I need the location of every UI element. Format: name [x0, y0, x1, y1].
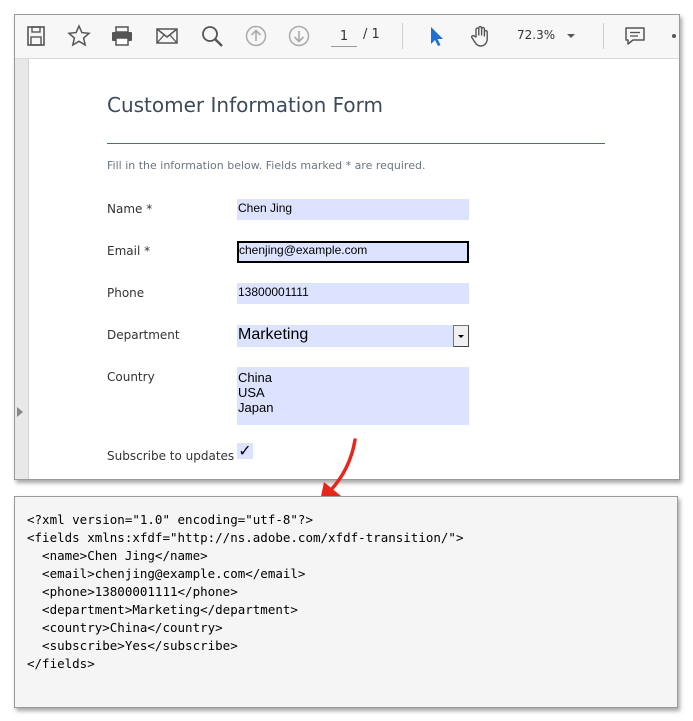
- department-dropdown-button[interactable]: [453, 325, 469, 347]
- xml-line: <phone>13800001111</phone>: [27, 584, 238, 599]
- email-label: Email *: [107, 244, 151, 258]
- star-icon[interactable]: [66, 23, 92, 49]
- select-cursor-icon[interactable]: [423, 23, 449, 49]
- search-icon[interactable]: [199, 23, 225, 49]
- phone-label: Phone: [107, 286, 145, 300]
- department-label: Department: [107, 328, 180, 342]
- chevron-down-icon: [567, 34, 575, 38]
- comment-icon[interactable]: [622, 23, 648, 49]
- phone-field[interactable]: 13800001111: [237, 283, 469, 304]
- xml-line: <email>chenjing@example.com</email>: [27, 566, 306, 581]
- toolbar-separator: [603, 23, 604, 49]
- country-option[interactable]: Japan: [238, 400, 469, 415]
- toolbar: / 1 72.3%: [15, 15, 679, 59]
- title-divider: [107, 143, 605, 144]
- xml-line: <subscribe>Yes</subscribe>: [27, 638, 238, 653]
- print-icon[interactable]: [109, 23, 135, 49]
- hand-tool-icon[interactable]: [467, 23, 493, 49]
- department-select[interactable]: Marketing: [237, 325, 453, 347]
- email-field[interactable]: chenjing@example.com: [237, 241, 469, 263]
- country-option[interactable]: USA: [238, 385, 469, 400]
- country-option[interactable]: China: [238, 370, 469, 385]
- page-total: / 1: [363, 27, 380, 42]
- page-up-icon[interactable]: [243, 23, 269, 49]
- name-field[interactable]: Chen Jing: [237, 199, 469, 220]
- xml-line: </fields>: [27, 656, 95, 671]
- zoom-select[interactable]: 72.3%: [511, 25, 583, 47]
- xml-line: <country>China</country>: [27, 620, 223, 635]
- more-icon[interactable]: [672, 34, 676, 38]
- country-listbox[interactable]: China USA Japan: [237, 367, 469, 425]
- zoom-value: 72.3%: [517, 28, 556, 42]
- xml-line: <?xml version="1.0" encoding="utf-8"?>: [27, 512, 313, 527]
- xml-line: <name>Chen Jing</name>: [27, 548, 208, 563]
- document-page: Customer Information Form Fill in the in…: [29, 59, 679, 479]
- email-icon[interactable]: [154, 23, 180, 49]
- name-label: Name *: [107, 202, 153, 216]
- page-down-icon[interactable]: [286, 23, 312, 49]
- subscribe-checkbox[interactable]: ✓: [237, 443, 253, 459]
- subscribe-label: Subscribe to updates: [107, 449, 235, 463]
- save-icon[interactable]: [23, 23, 49, 49]
- xml-line: <department>Marketing</department>: [27, 602, 298, 617]
- country-label: Country: [107, 370, 155, 384]
- side-panel-toggle[interactable]: [15, 59, 29, 479]
- pdf-viewer-window: / 1 72.3% Customer Information Form Fill…: [14, 14, 680, 480]
- page-number-input[interactable]: [331, 26, 357, 47]
- chevron-down-icon: [458, 335, 464, 338]
- xml-line: <fields xmlns:xfdf="http://ns.adobe.com/…: [27, 530, 464, 545]
- form-title: Customer Information Form: [107, 93, 384, 117]
- form-instructions: Fill in the information below. Fields ma…: [107, 159, 426, 172]
- xml-code: <?xml version="1.0" encoding="utf-8"?> <f…: [27, 511, 464, 673]
- expand-arrow-icon: [17, 407, 23, 417]
- xml-output-panel: <?xml version="1.0" encoding="utf-8"?> <f…: [14, 496, 678, 708]
- toolbar-separator: [402, 23, 403, 49]
